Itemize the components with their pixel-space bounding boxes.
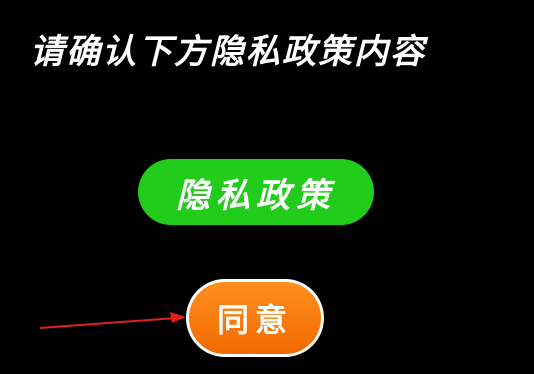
- privacy-policy-button[interactable]: 隐私政策: [138, 159, 374, 225]
- privacy-confirm-prompt: 请确认下方隐私政策内容: [30, 32, 426, 72]
- agree-button[interactable]: 同意: [186, 279, 324, 357]
